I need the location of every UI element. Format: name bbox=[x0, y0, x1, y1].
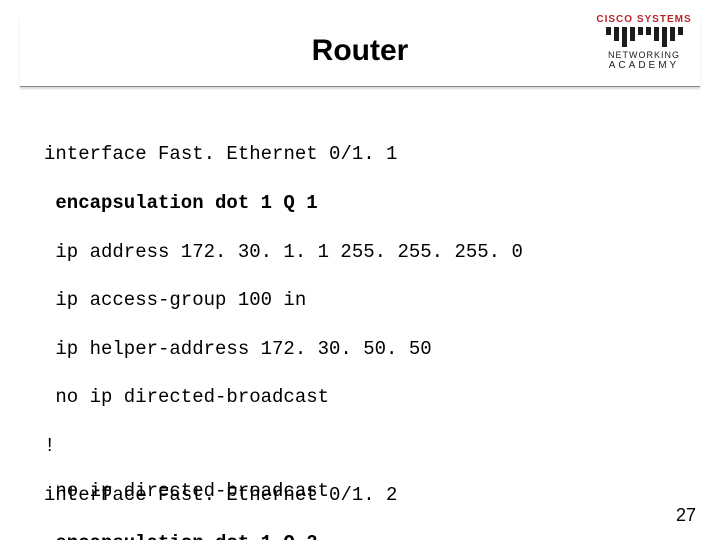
code-line: interface Fast. Ethernet 0/1. 1 bbox=[44, 142, 676, 166]
config-code-block: interface Fast. Ethernet 0/1. 1 encapsul… bbox=[44, 118, 676, 540]
logo-line1: NETWORKING bbox=[590, 50, 698, 60]
slide: Router CISCO SYSTEMS NETWORKING ACADEMY … bbox=[0, 0, 720, 540]
page-number: 27 bbox=[676, 505, 696, 526]
code-line: encapsulation dot 1 Q 1 bbox=[44, 191, 676, 215]
code-line: ! bbox=[44, 434, 676, 458]
code-line: ip helper-address 172. 30. 50. 50 bbox=[44, 337, 676, 361]
code-line: ip address 172. 30. 1. 1 255. 255. 255. … bbox=[44, 240, 676, 264]
cisco-bridge-icon bbox=[590, 27, 698, 47]
code-line: encapsulation dot 1 Q 2 bbox=[44, 531, 676, 540]
code-line: no ip directed-broadcast bbox=[44, 385, 676, 409]
logo-line2: ACADEMY bbox=[590, 60, 698, 71]
cisco-logo: CISCO SYSTEMS NETWORKING ACADEMY bbox=[590, 14, 698, 71]
logo-brand-text: CISCO SYSTEMS bbox=[590, 14, 698, 25]
code-line: ip access-group 100 in bbox=[44, 288, 676, 312]
footer-code-line: no ip directed-broadcast bbox=[44, 480, 329, 502]
